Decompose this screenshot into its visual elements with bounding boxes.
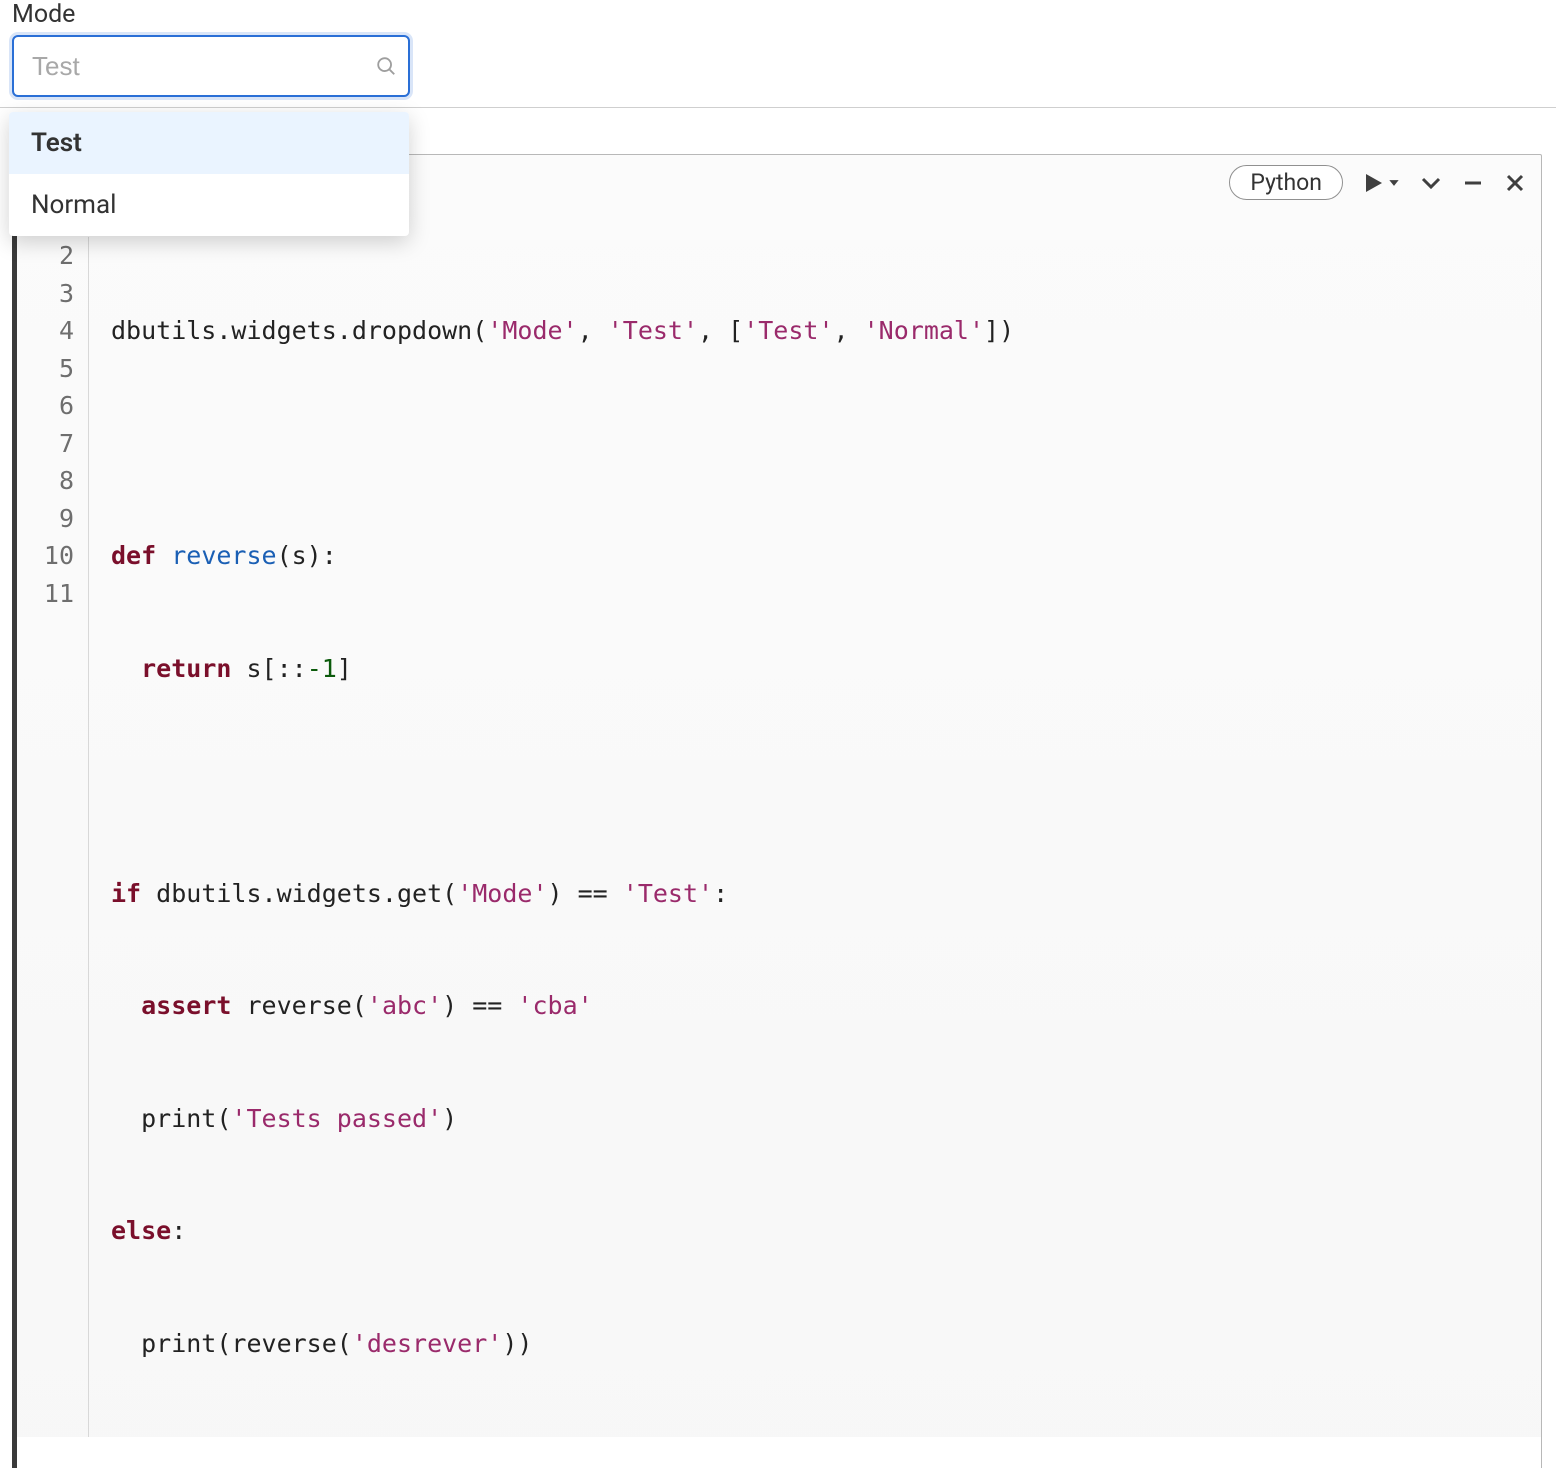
line-number: 9 bbox=[17, 500, 74, 538]
code-line[interactable]: else: bbox=[111, 1212, 1014, 1250]
mode-combobox-input[interactable] bbox=[32, 51, 367, 82]
line-number: 2 bbox=[17, 237, 74, 275]
section-divider bbox=[0, 107, 1556, 108]
line-number: 10 bbox=[17, 537, 74, 575]
language-selector[interactable]: Python bbox=[1229, 165, 1343, 200]
code-line[interactable]: dbutils.widgets.dropdown('Mode', 'Test',… bbox=[111, 312, 1014, 350]
code-line[interactable]: if dbutils.widgets.get('Mode') == 'Test'… bbox=[111, 875, 1014, 913]
play-icon[interactable] bbox=[1361, 171, 1385, 195]
code-editor[interactable]: 2 3 4 5 6 7 8 9 10 11 dbutils.widgets.dr… bbox=[17, 155, 1541, 1437]
code-line[interactable] bbox=[111, 425, 1014, 463]
code-content[interactable]: dbutils.widgets.dropdown('Mode', 'Test',… bbox=[89, 237, 1014, 1437]
caret-down-icon[interactable] bbox=[1387, 176, 1401, 190]
line-number: 5 bbox=[17, 350, 74, 388]
code-line[interactable]: print(reverse('desrever')) bbox=[111, 1325, 1014, 1363]
cell-toolbar: Python bbox=[1229, 165, 1527, 200]
line-number: 8 bbox=[17, 462, 74, 500]
dropdown-option-test[interactable]: Test bbox=[9, 112, 409, 174]
mode-combobox[interactable] bbox=[12, 35, 410, 97]
code-line[interactable] bbox=[111, 762, 1014, 800]
line-number: 11 bbox=[17, 575, 74, 613]
dropdown-option-normal[interactable]: Normal bbox=[9, 174, 409, 236]
code-line[interactable]: assert reverse('abc') == 'cba' bbox=[111, 987, 1014, 1025]
mode-dropdown-panel: Test Normal bbox=[9, 112, 409, 236]
notebook-cell: Python 2 3 4 5 6 7 8 9 10 11 dbutils.wid… bbox=[12, 154, 1542, 1468]
minus-icon[interactable] bbox=[1461, 171, 1485, 195]
line-number: 4 bbox=[17, 312, 74, 350]
line-number: 3 bbox=[17, 275, 74, 313]
x-icon[interactable] bbox=[1503, 171, 1527, 195]
code-line[interactable]: def reverse(s): bbox=[111, 537, 1014, 575]
search-icon bbox=[375, 55, 397, 77]
run-button-group[interactable] bbox=[1361, 171, 1401, 195]
chevron-down-icon[interactable] bbox=[1419, 171, 1443, 195]
line-number: 7 bbox=[17, 425, 74, 463]
widget-label: Mode bbox=[12, 0, 1544, 29]
code-line[interactable]: print('Tests passed') bbox=[111, 1100, 1014, 1138]
line-number: 6 bbox=[17, 387, 74, 425]
code-line[interactable]: return s[::-1] bbox=[111, 650, 1014, 688]
cell-output: Tests passed bbox=[17, 1437, 1541, 1468]
line-gutter: 2 3 4 5 6 7 8 9 10 11 bbox=[17, 237, 89, 1437]
